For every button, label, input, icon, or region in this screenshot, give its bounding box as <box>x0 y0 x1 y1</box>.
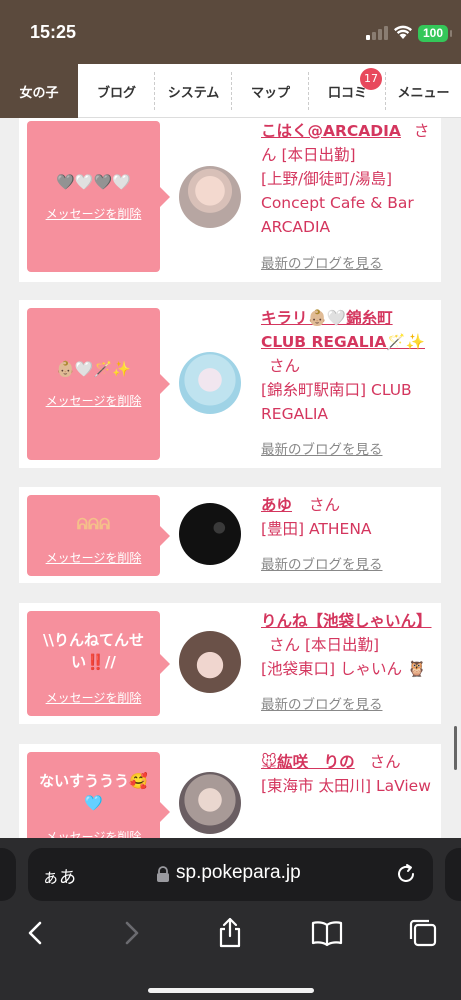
tabs-icon[interactable] <box>403 913 443 953</box>
honorific: さん <box>308 496 340 514</box>
url-text: sp.pokepara.jp <box>176 862 301 883</box>
share-icon[interactable] <box>210 913 250 953</box>
scrollbar[interactable] <box>454 726 457 770</box>
tab-map[interactable]: マップ <box>232 64 309 118</box>
address-bar[interactable]: ぁあ sp.pokepara.jp <box>28 848 433 901</box>
tab-blog[interactable]: ブログ <box>78 64 155 118</box>
back-icon[interactable] <box>16 913 56 953</box>
shop-name: [錦糸町駅南口] CLUB REGALIA <box>261 381 412 423</box>
tab-label: メニュー <box>397 85 450 101</box>
message-bubble: ᕱᕱᕱ メッセージを削除 <box>27 495 170 576</box>
previous-tab-peek[interactable] <box>0 848 16 901</box>
latest-blog-link[interactable]: 最新のブログを見る <box>261 438 383 462</box>
tab-menu[interactable]: メニュー <box>386 64 461 118</box>
girl-info: こはく@ARCADIA さん [本日出勤] [上野/御徒町/湯島] Concep… <box>261 119 437 272</box>
shop-name: [東海市 太田川] LaView <box>261 777 431 795</box>
message-text: \\りんねてんせい‼️// <box>43 631 144 671</box>
message-bubble: ないすううう🥰🩵 メッセージを削除 <box>27 752 170 838</box>
list-item: ないすううう🥰🩵 メッセージを削除 🐭紘咲 りの さん [東海市 太田川] La… <box>19 744 441 838</box>
list-item: 👶🏼🤍🪄✨ メッセージを削除 キラリ👶🏼🤍錦糸町CLUB REGALIA🪄✨ さ… <box>19 300 441 468</box>
forward-icon[interactable] <box>111 913 151 953</box>
cellular-signal-icon <box>366 26 388 40</box>
list-item: 🩶🤍🩶🤍 メッセージを削除 こはく@ARCADIA さん [本日出勤] [上野/… <box>19 118 441 282</box>
tab-girls[interactable]: 女の子 <box>0 64 78 118</box>
girl-info: あゆ さん [豊田] ATHENA 最新のブログを見る <box>261 493 437 573</box>
shop-name: [上野/御徒町/湯島] Concept Cafe & Bar ARCADIA <box>261 170 414 236</box>
attendance-status: [本日出勤] <box>281 146 356 164</box>
delete-message-link[interactable]: メッセージを削除 <box>27 828 160 838</box>
delete-message-link[interactable]: メッセージを削除 <box>27 689 160 706</box>
lock-icon <box>157 866 169 882</box>
girl-name-link[interactable]: あゆ <box>261 496 292 514</box>
next-tab-peek[interactable] <box>445 848 461 901</box>
message-bubble: \\りんねてんせい‼️// メッセージを削除 <box>27 611 170 716</box>
message-text: ᕱᕱᕱ <box>76 515 111 533</box>
girl-info: 🐭紘咲 りの さん [東海市 太田川] LaView <box>261 750 437 798</box>
girl-info: キラリ👶🏼🤍錦糸町CLUB REGALIA🪄✨ さん [錦糸町駅南口] CLUB… <box>261 306 437 458</box>
tab-label: マップ <box>250 85 290 101</box>
bookmarks-icon[interactable] <box>307 913 347 953</box>
message-list: 🩶🤍🩶🤍 メッセージを削除 こはく@ARCADIA さん [本日出勤] [上野/… <box>0 118 461 838</box>
latest-blog-link[interactable]: 最新のブログを見る <box>261 693 383 717</box>
delete-message-link[interactable]: メッセージを削除 <box>27 392 160 409</box>
avatar[interactable] <box>179 352 241 414</box>
message-bubble: 👶🏼🤍🪄✨ メッセージを削除 <box>27 308 170 460</box>
avatar[interactable] <box>179 631 241 693</box>
message-bubble: 🩶🤍🩶🤍 メッセージを削除 <box>27 121 170 272</box>
tab-label: 女の子 <box>19 85 59 101</box>
list-item: \\りんねてんせい‼️// メッセージを削除 りんね【池袋しゃいん】 さん [本… <box>19 603 441 724</box>
honorific: さん <box>269 636 301 654</box>
girl-name-link[interactable]: 🐭紘咲 りの <box>261 753 355 771</box>
honorific: さん <box>369 753 401 771</box>
message-text: ないすううう🥰🩵 <box>39 772 148 812</box>
battery-indicator: 100 <box>418 25 452 42</box>
tab-label: ブログ <box>96 85 136 101</box>
wifi-icon <box>394 25 412 39</box>
shop-name: [池袋東口] しゃいん 🦉 <box>261 660 427 678</box>
reader-settings-button[interactable]: ぁあ <box>42 863 76 888</box>
avatar[interactable] <box>179 166 241 228</box>
girl-name-link[interactable]: こはく@ARCADIA <box>261 122 401 140</box>
message-text: 👶🏼🤍🪄✨ <box>56 360 131 378</box>
main-nav: 女の子 ブログ システム マップ 口コミ 17 メニュー <box>0 64 461 118</box>
delete-message-link[interactable]: メッセージを削除 <box>27 205 160 222</box>
tab-label: システム <box>167 85 220 101</box>
attendance-status: [本日出勤] <box>304 636 380 654</box>
tab-system[interactable]: システム <box>155 64 232 118</box>
browser-toolbar: ぁあ sp.pokepara.jp <box>0 838 461 1000</box>
delete-message-link[interactable]: メッセージを削除 <box>27 549 160 566</box>
latest-blog-link[interactable]: 最新のブログを見る <box>261 252 383 276</box>
girl-info: りんね【池袋しゃいん】 さん [本日出勤] [池袋東口] しゃいん 🦉 最新のブ… <box>261 609 437 713</box>
avatar[interactable] <box>179 503 241 565</box>
avatar[interactable] <box>179 772 241 834</box>
latest-blog-link[interactable]: 最新のブログを見る <box>261 553 383 577</box>
shop-name: [豊田] ATHENA <box>261 520 372 538</box>
girl-name-link[interactable]: キラリ👶🏼🤍錦糸町CLUB REGALIA🪄✨ <box>261 309 425 351</box>
girl-name-link[interactable]: りんね【池袋しゃいん】 <box>261 612 432 630</box>
honorific: さん <box>269 357 301 375</box>
reload-icon[interactable] <box>394 862 418 886</box>
tab-reviews[interactable]: 口コミ 17 <box>309 64 386 118</box>
list-item: ᕱᕱᕱ メッセージを削除 あゆ さん [豊田] ATHENA 最新のブログを見る <box>19 487 441 583</box>
home-indicator <box>148 988 314 993</box>
reviews-badge: 17 <box>360 68 382 90</box>
message-text: 🩶🤍🩶🤍 <box>56 173 131 191</box>
status-time: 15:25 <box>30 22 77 42</box>
status-bar: 15:25 100 <box>0 0 461 64</box>
